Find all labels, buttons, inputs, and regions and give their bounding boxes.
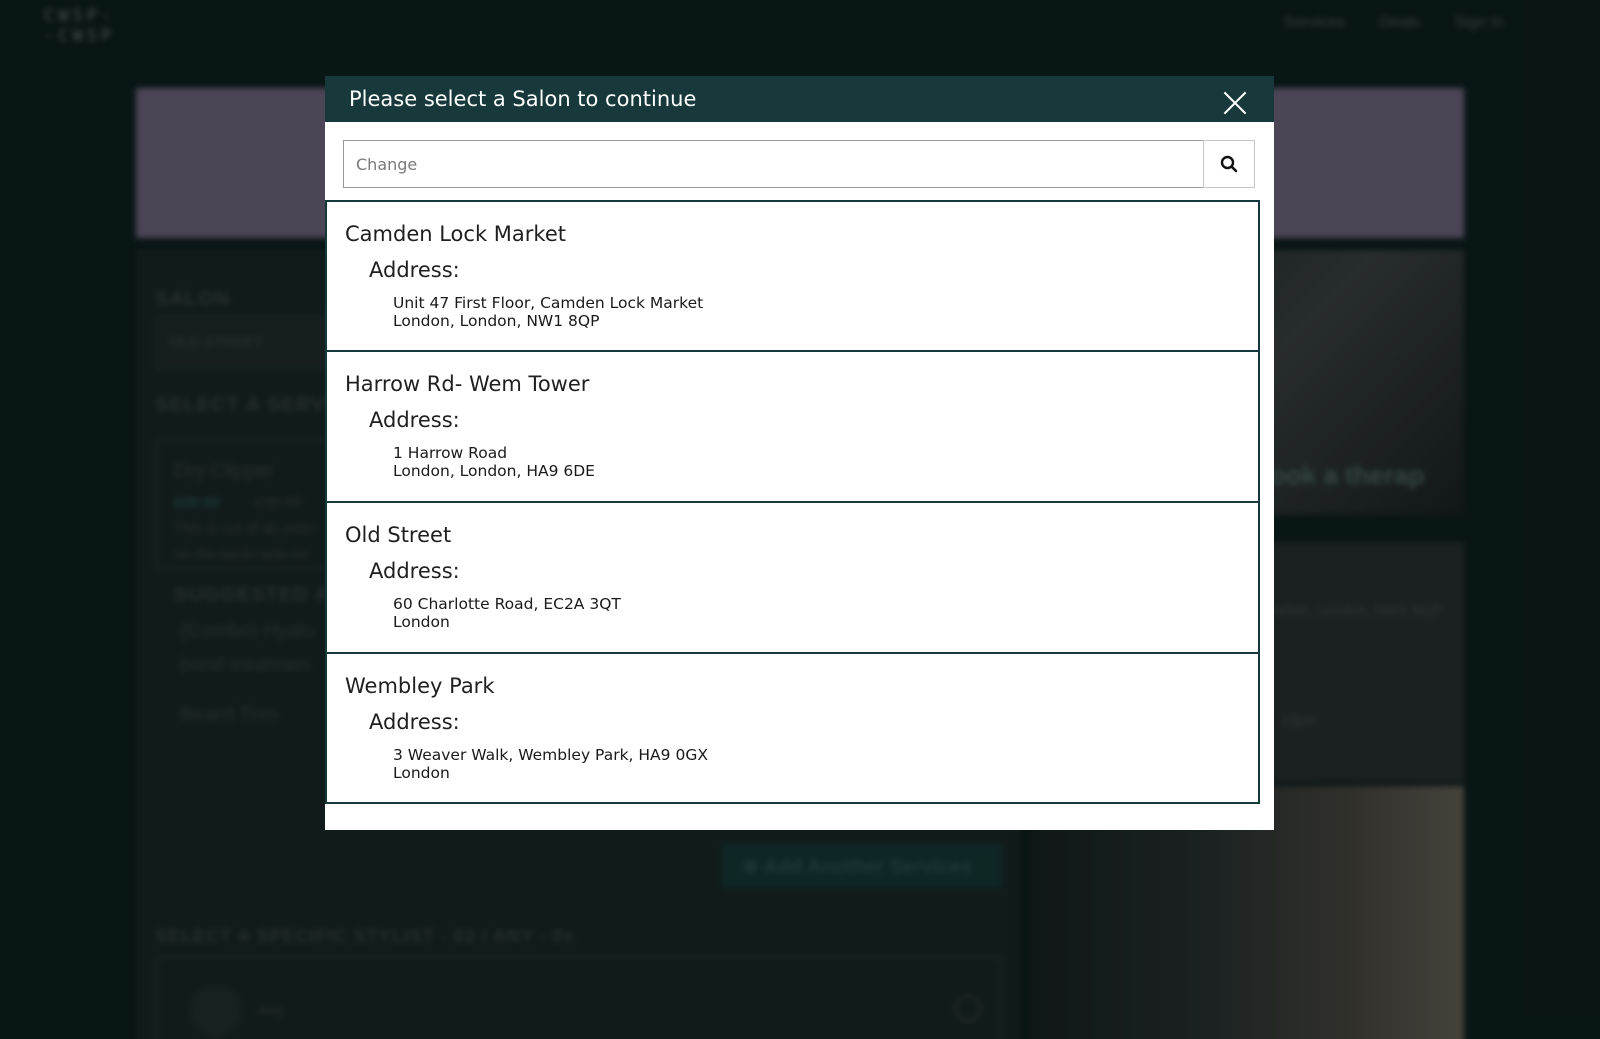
address-label: Address:	[369, 559, 460, 583]
search-button[interactable]	[1203, 140, 1255, 188]
salon-option-harrow-rd-wem-tower[interactable]: Harrow Rd- Wem Tower Address: 1 Harrow R…	[325, 351, 1260, 502]
salon-option-wembley-park[interactable]: Wembley Park Address: 3 Weaver Walk, Wem…	[325, 653, 1260, 804]
select-salon-modal: Please select a Salon to continue Camden…	[325, 76, 1274, 830]
search-input[interactable]	[343, 140, 1203, 188]
address-line-1: Unit 47 First Floor, Camden Lock Market	[393, 294, 704, 312]
salon-option-camden-lock-market[interactable]: Camden Lock Market Address: Unit 47 Firs…	[325, 200, 1260, 351]
salon-address: 60 Charlotte Road, EC2A 3QT London	[393, 595, 1240, 631]
salon-address: Unit 47 First Floor, Camden Lock Market …	[393, 294, 1240, 330]
salon-address: 3 Weaver Walk, Wembley Park, HA9 0GX Lon…	[393, 746, 1240, 782]
salon-list: Camden Lock Market Address: Unit 47 Firs…	[325, 200, 1260, 804]
modal-title: Please select a Salon to continue	[349, 87, 697, 111]
address-label: Address:	[369, 408, 460, 432]
search-bar	[343, 140, 1255, 188]
address-line-1: 60 Charlotte Road, EC2A 3QT	[393, 595, 621, 613]
close-icon[interactable]	[1220, 87, 1250, 117]
salon-option-old-street[interactable]: Old Street Address: 60 Charlotte Road, E…	[325, 502, 1260, 653]
address-label: Address:	[369, 258, 460, 282]
search-icon	[1220, 155, 1238, 173]
address-line-2: London, London, HA9 6DE	[393, 462, 595, 480]
salon-name: Camden Lock Market	[345, 222, 566, 246]
address-line-2: London	[393, 764, 450, 782]
modal-header: Please select a Salon to continue	[325, 76, 1274, 122]
address-line-2: London, London, NW1 8QP	[393, 312, 600, 330]
address-label: Address:	[369, 710, 460, 734]
address-line-1: 1 Harrow Road	[393, 444, 508, 462]
salon-address: 1 Harrow Road London, London, HA9 6DE	[393, 444, 1240, 480]
salon-name: Old Street	[345, 523, 452, 547]
address-line-1: 3 Weaver Walk, Wembley Park, HA9 0GX	[393, 746, 708, 764]
salon-name: Harrow Rd- Wem Tower	[345, 372, 590, 396]
salon-name: Wembley Park	[345, 674, 495, 698]
address-line-2: London	[393, 613, 450, 631]
